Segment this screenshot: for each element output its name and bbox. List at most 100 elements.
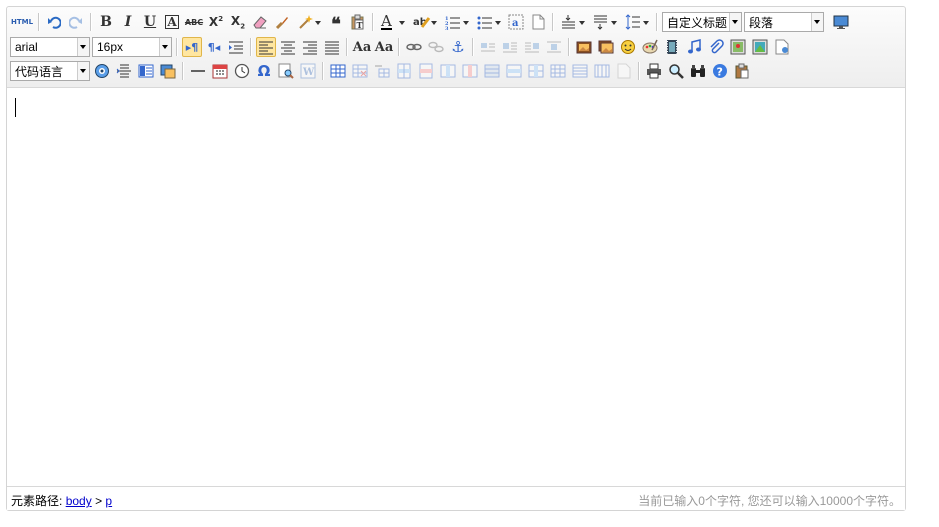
strikethrough-button[interactable]: ABC — [184, 12, 204, 32]
insert-video-button[interactable] — [662, 37, 682, 57]
search-replace-button[interactable] — [276, 61, 296, 81]
drafts-button[interactable] — [688, 61, 708, 81]
insert-date-button[interactable] — [210, 61, 230, 81]
separator — [90, 13, 92, 31]
editor-content-area[interactable] — [7, 88, 905, 487]
image-none-icon — [481, 43, 495, 52]
lowercase-button[interactable]: Aa — [374, 37, 394, 57]
image-left-button[interactable] — [500, 37, 520, 57]
delete-row-button[interactable] — [416, 61, 436, 81]
undo-icon — [48, 16, 61, 29]
source-html-button[interactable]: HTML — [10, 12, 34, 32]
chevron-down-icon — [77, 62, 89, 80]
separator — [182, 62, 184, 80]
insert-para-before-table-button[interactable] — [372, 61, 392, 81]
path-link-p[interactable]: p — [105, 494, 112, 508]
fullscreen-button[interactable] — [831, 12, 851, 32]
background-button[interactable] — [158, 61, 178, 81]
map-button[interactable] — [728, 37, 748, 57]
attachment-button[interactable] — [706, 37, 726, 57]
font-size-select[interactable]: 16px — [92, 37, 172, 57]
delete-col-icon — [462, 64, 478, 78]
insert-col-button[interactable] — [438, 61, 458, 81]
insert-row-button[interactable] — [394, 61, 414, 81]
direction-rtl-button[interactable]: ¶◂ — [204, 37, 224, 57]
page-break-button[interactable] — [114, 61, 134, 81]
paste-plain-button[interactable]: T — [348, 12, 368, 32]
bold-button[interactable]: B — [96, 12, 116, 32]
separator — [176, 38, 178, 56]
code-language-select[interactable]: 代码语言 — [10, 61, 90, 81]
preview-button[interactable] — [666, 61, 686, 81]
help-button[interactable]: ? — [710, 61, 730, 81]
row-spacing-top-button[interactable] — [558, 12, 588, 32]
direction-ltr-button[interactable]: ▸¶ — [182, 37, 202, 57]
print-button[interactable] — [644, 61, 664, 81]
insert-table-button[interactable] — [328, 61, 348, 81]
format-painter-button[interactable] — [272, 12, 292, 32]
horizontal-rule-button[interactable] — [188, 61, 208, 81]
anchor-button[interactable]: ⚓ — [448, 37, 468, 57]
image-center-button[interactable] — [544, 37, 564, 57]
custom-title-select[interactable]: 自定义标题 — [662, 12, 742, 32]
split-rows-button[interactable] — [570, 61, 590, 81]
image-none-button[interactable] — [478, 37, 498, 57]
paragraph-format-select[interactable]: 段落 — [744, 12, 824, 32]
delete-table-button[interactable] — [350, 61, 370, 81]
blank-page-icon — [532, 14, 545, 30]
align-right-button[interactable] — [300, 37, 320, 57]
webapp-button[interactable] — [92, 61, 112, 81]
select-all-button[interactable]: a — [506, 12, 526, 32]
redo-button[interactable] — [66, 12, 86, 32]
insert-music-button[interactable] — [684, 37, 704, 57]
align-justify-button[interactable] — [322, 37, 342, 57]
chart-button[interactable] — [614, 61, 634, 81]
italic-button[interactable]: I — [118, 12, 138, 32]
font-family-select[interactable]: arial — [10, 37, 90, 57]
link-button[interactable] — [404, 37, 424, 57]
path-link-body[interactable]: body — [66, 494, 92, 508]
split-cells-button[interactable] — [548, 61, 568, 81]
word-image-button[interactable]: W — [298, 61, 318, 81]
svg-text:T: T — [357, 20, 363, 30]
paste-button[interactable] — [732, 61, 752, 81]
ordered-list-button[interactable]: 123 — [442, 12, 472, 32]
font-color-button[interactable]: A — [378, 12, 408, 32]
insert-image-button[interactable] — [574, 37, 594, 57]
underline-button[interactable]: U — [140, 12, 160, 32]
gmap-button[interactable] — [750, 37, 770, 57]
scrawl-button[interactable] — [640, 37, 660, 57]
chevron-down-icon — [811, 13, 823, 31]
insert-frame-button[interactable] — [772, 37, 792, 57]
highlight-color-button[interactable]: ab — [410, 12, 440, 32]
delete-col-button[interactable] — [460, 61, 480, 81]
indent-button[interactable] — [226, 37, 246, 57]
superscript-button[interactable]: X2 — [206, 12, 226, 32]
unlink-button[interactable] — [426, 37, 446, 57]
image-right-button[interactable] — [522, 37, 542, 57]
split-cols-button[interactable] — [592, 61, 612, 81]
font-border-button[interactable]: A — [162, 12, 182, 32]
row-spacing-bottom-button[interactable] — [590, 12, 620, 32]
blockquote-button[interactable]: ❝ — [326, 12, 346, 34]
merge-cells-button[interactable] — [482, 61, 502, 81]
clear-doc-button[interactable] — [528, 12, 548, 32]
merge-down-button[interactable] — [526, 61, 546, 81]
emotion-button[interactable] — [618, 37, 638, 57]
magnifier-icon — [669, 64, 684, 79]
uppercase-button[interactable]: Aa — [352, 37, 372, 57]
unordered-list-button[interactable] — [474, 12, 504, 32]
template-button[interactable] — [136, 61, 156, 81]
merge-right-button[interactable] — [504, 61, 524, 81]
auto-typeset-button[interactable] — [294, 12, 324, 32]
undo-button[interactable] — [44, 12, 64, 32]
remove-format-button[interactable] — [250, 12, 270, 32]
align-left-button[interactable] — [256, 37, 276, 57]
align-center-button[interactable] — [278, 37, 298, 57]
rtl-icon: ¶◂ — [207, 40, 221, 54]
insert-time-button[interactable] — [232, 61, 252, 81]
subscript-button[interactable]: X2 — [228, 12, 248, 32]
special-char-button[interactable]: Ω — [254, 61, 274, 81]
multi-image-button[interactable] — [596, 37, 616, 57]
line-height-button[interactable] — [622, 12, 652, 32]
